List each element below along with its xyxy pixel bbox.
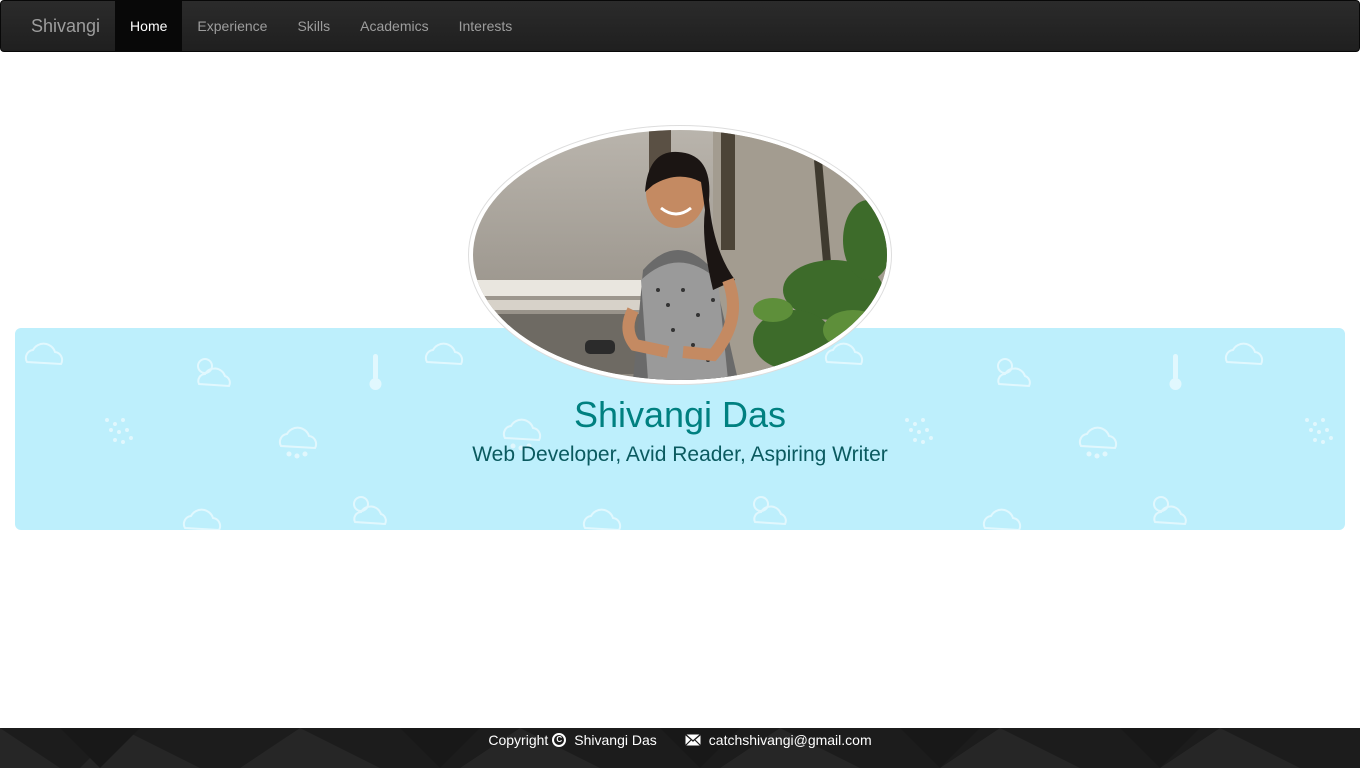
nav-item-skills[interactable]: Skills <box>282 1 345 51</box>
nav-item-experience[interactable]: Experience <box>182 1 282 51</box>
nav-item-interests[interactable]: Interests <box>444 1 528 51</box>
footer-email-link[interactable]: catchshivangi@gmail.com <box>709 732 872 748</box>
navbar-brand[interactable]: Shivangi <box>1 1 115 51</box>
copyright-icon: C <box>552 733 567 747</box>
footer-copyright-label: Copyright <box>488 732 549 748</box>
profile-name: Shivangi Das <box>573 394 787 435</box>
mail-icon <box>684 734 701 746</box>
nav-item-home[interactable]: Home <box>115 1 183 51</box>
page-footer: Copyright C Shivangi Das catchshivangi@g… <box>0 728 1360 768</box>
footer-owner: Shivangi Das <box>574 732 657 748</box>
profile-photo <box>473 130 887 380</box>
top-navbar: Shivangi Home Experience Skills Academic… <box>0 0 1360 52</box>
profile-tagline: Web Developer, Avid Reader, Aspiring Wri… <box>472 443 888 466</box>
nav-item-academics[interactable]: Academics <box>345 1 443 51</box>
footer-info: Copyright C Shivangi Das catchshivangi@g… <box>0 730 1360 750</box>
nav-menu: Home Experience Skills Academics Interes… <box>115 1 527 51</box>
profile-avatar <box>468 125 892 385</box>
